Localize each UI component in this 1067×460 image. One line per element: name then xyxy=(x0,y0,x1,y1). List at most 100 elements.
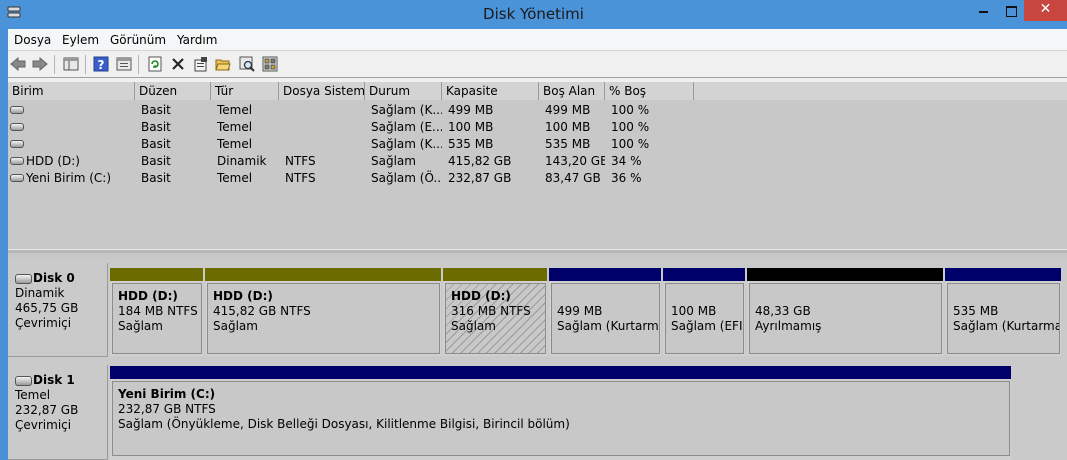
cell-durum: Sağlam xyxy=(371,154,416,168)
partition-status: Sağlam (Önyükleme, Disk Belleği Dosyası,… xyxy=(118,417,570,431)
disk-status: Çevrimiçi xyxy=(15,316,72,330)
partition-name: HDD (D:) xyxy=(118,289,178,303)
cell-duzen: Basit xyxy=(141,171,171,185)
disk-0-label[interactable]: Disk 0 Dinamik 465,75 GB Çevrimiçi xyxy=(8,263,108,357)
table-row[interactable]: Basit Temel Sağlam (K... 499 MB 499 MB 1… xyxy=(8,102,708,119)
menu-gorunum[interactable]: Görünüm xyxy=(110,33,166,47)
close-button[interactable]: ✕ xyxy=(1024,0,1067,21)
cell-yuzde-bos: 36 % xyxy=(611,171,642,185)
partition-size: 415,82 GB NTFS xyxy=(213,304,311,318)
partition-hdd-d-184mb[interactable]: HDD (D:) 184 MB NTFS Sağlam xyxy=(110,268,205,356)
partition-color-bar xyxy=(549,268,661,281)
partition-recovery-535mb[interactable]: 535 MB Sağlam (Kurtarma B xyxy=(945,268,1063,356)
partition-status: Sağlam xyxy=(451,319,496,333)
disk-type: Dinamik xyxy=(15,286,65,300)
partition-size: 232,87 GB NTFS xyxy=(118,402,216,416)
disk-type: Temel xyxy=(15,388,51,402)
refresh-icon[interactable] xyxy=(146,55,164,73)
minimize-button[interactable] xyxy=(970,0,997,21)
partition-color-bar xyxy=(747,268,943,281)
table-row[interactable]: HDD (D:) Basit Dinamik NTFS Sağlam 415,8… xyxy=(8,153,708,170)
partition-box: HDD (D:) 415,82 GB NTFS Sağlam xyxy=(207,283,440,354)
table-row[interactable]: Basit Temel Sağlam (K... 535 MB 535 MB 1… xyxy=(8,136,708,153)
column-header-dosya-sistemi[interactable]: Dosya Sistemi xyxy=(279,82,365,100)
partition-size: 100 MB xyxy=(671,304,717,318)
partition-status: Ayrılmamış xyxy=(755,319,822,333)
partition-hdd-d-415gb[interactable]: HDD (D:) 415,82 GB NTFS Sağlam xyxy=(205,268,443,356)
partition-efi-100mb[interactable]: 100 MB Sağlam (EFI S xyxy=(663,268,747,356)
toolbar: ? xyxy=(8,50,1067,78)
menu-dosya[interactable]: Dosya xyxy=(14,33,51,47)
partition-box: 48,33 GB Ayrılmamış xyxy=(749,283,942,354)
properties-icon[interactable] xyxy=(192,55,210,73)
cell-dosya-sistemi: NTFS xyxy=(285,154,316,168)
partition-status: Sağlam (Kurtarma xyxy=(557,319,660,333)
client-area: Dosya Eylem Görünüm Yardım ? Birim Düzen… xyxy=(8,29,1067,460)
volume-drive-icon xyxy=(10,123,24,131)
properties-view-icon[interactable] xyxy=(115,55,133,73)
partition-name: HDD (D:) xyxy=(213,289,273,303)
cell-duzen: Basit xyxy=(141,103,171,117)
partition-yeni-birim-c[interactable]: Yeni Birim (C:) 232,87 GB NTFS Sağlam (Ö… xyxy=(110,366,1013,460)
help-icon[interactable]: ? xyxy=(92,55,110,73)
partition-box: HDD (D:) 316 MB NTFS Sağlam xyxy=(445,283,546,354)
column-header-yuzde-bos[interactable]: % Boş xyxy=(605,82,694,100)
disk-1-label[interactable]: Disk 1 Temel 232,87 GB Çevrimiçi xyxy=(8,365,108,460)
maximize-button[interactable] xyxy=(997,0,1024,21)
column-header-tur[interactable]: Tür xyxy=(211,82,279,100)
disk-graphical-view: Disk 0 Dinamik 465,75 GB Çevrimiçi HDD (… xyxy=(8,258,1067,460)
column-header-duzen[interactable]: Düzen xyxy=(135,82,211,100)
cell-birim xyxy=(26,102,131,119)
forward-arrow-icon[interactable] xyxy=(31,55,49,73)
cell-kapasite: 415,82 GB xyxy=(448,154,512,168)
pane-splitter[interactable] xyxy=(8,249,1067,253)
partition-color-bar xyxy=(110,268,203,281)
cell-kapasite: 232,87 GB xyxy=(448,171,512,185)
delete-icon[interactable] xyxy=(169,55,187,73)
partition-color-bar xyxy=(205,268,441,281)
cell-tur: Temel xyxy=(217,103,253,117)
disk-name: Disk 0 xyxy=(15,271,107,286)
cell-bos-alan: 499 MB xyxy=(545,103,591,117)
table-row[interactable]: Basit Temel Sağlam (E... 100 MB 100 MB 1… xyxy=(8,119,708,136)
partition-recovery-499mb[interactable]: 499 MB Sağlam (Kurtarma xyxy=(549,268,663,356)
column-header-birim[interactable]: Birim xyxy=(8,82,135,100)
column-header-bos-alan[interactable]: Boş Alan xyxy=(539,82,605,100)
explore-icon[interactable] xyxy=(238,55,256,73)
disk-size: 465,75 GB xyxy=(15,301,79,315)
partition-unallocated[interactable]: 48,33 GB Ayrılmamış xyxy=(747,268,945,356)
cell-dosya-sistemi: NTFS xyxy=(285,171,316,185)
menu-eylem[interactable]: Eylem xyxy=(62,33,99,47)
column-header-kapasite[interactable]: Kapasite xyxy=(442,82,539,100)
toolbar-separator xyxy=(54,55,55,74)
partition-box: 100 MB Sağlam (EFI S xyxy=(665,283,744,354)
menu-bar: Dosya Eylem Görünüm Yardım xyxy=(8,29,1067,50)
menu-yardim[interactable]: Yardım xyxy=(177,33,217,47)
partition-name xyxy=(755,289,941,304)
cell-bos-alan: 83,47 GB xyxy=(545,171,601,185)
cell-kapasite: 535 MB xyxy=(448,137,494,151)
cell-birim: HDD (D:) xyxy=(26,154,80,168)
console-tree-icon[interactable] xyxy=(62,55,80,73)
back-arrow-icon[interactable] xyxy=(9,55,27,73)
cell-yuzde-bos: 100 % xyxy=(611,103,650,117)
partition-name xyxy=(557,289,659,304)
column-header-durum[interactable]: Durum xyxy=(365,82,442,100)
window-title: Disk Yönetimi xyxy=(483,5,584,23)
partition-name: Yeni Birim (C:) xyxy=(118,387,216,401)
title-bar: Disk Yönetimi ✕ xyxy=(0,0,1067,29)
partition-size: 184 MB NTFS xyxy=(118,304,198,318)
volume-list-header: Birim Düzen Tür Dosya Sistemi Durum Kapa… xyxy=(8,82,1067,100)
partition-status: Sağlam (EFI S xyxy=(671,319,743,333)
disk-status: Çevrimiçi xyxy=(15,418,72,432)
cell-durum: Sağlam (K... xyxy=(371,137,442,151)
rescan-disks-icon[interactable] xyxy=(261,55,279,73)
partition-hdd-d-316mb[interactable]: HDD (D:) 316 MB NTFS Sağlam xyxy=(443,268,549,356)
open-folder-icon[interactable] xyxy=(214,55,232,73)
cell-durum: Sağlam (E... xyxy=(371,120,442,134)
cell-tur: Temel xyxy=(217,137,253,151)
partition-box: 499 MB Sağlam (Kurtarma xyxy=(551,283,660,354)
partition-size: 535 MB xyxy=(953,304,999,318)
partition-status: Sağlam xyxy=(213,319,258,333)
table-row[interactable]: Yeni Birim (C:) Basit Temel NTFS Sağlam … xyxy=(8,170,708,187)
